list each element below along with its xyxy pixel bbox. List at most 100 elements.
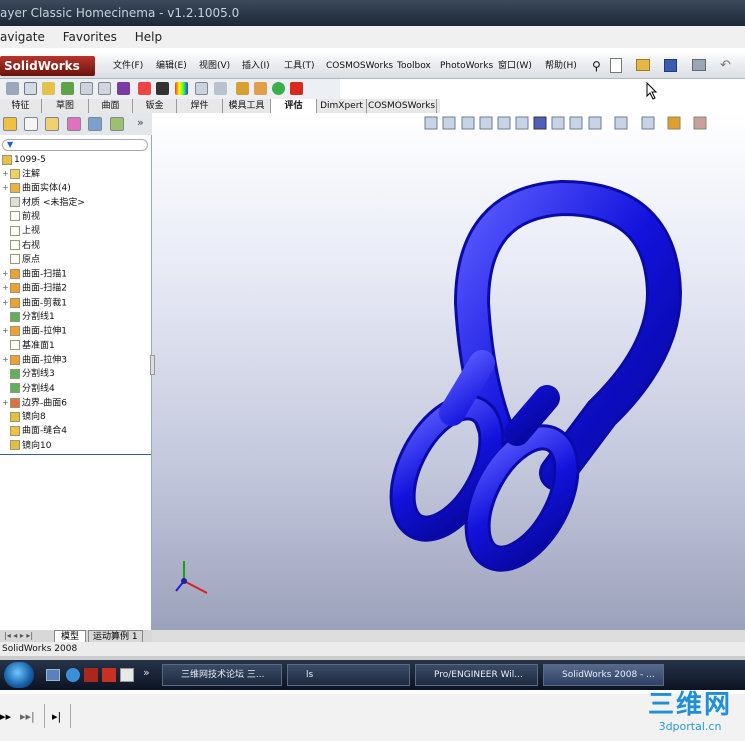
- measure-icon[interactable]: [6, 82, 19, 95]
- section-view-icon[interactable]: [479, 116, 493, 130]
- hide-show-icon[interactable]: [551, 116, 565, 130]
- previous-view-icon[interactable]: [461, 116, 475, 130]
- menu-help-cn[interactable]: 帮助(H): [545, 53, 577, 79]
- taskbar-item-ls[interactable]: ls: [287, 664, 410, 686]
- shaded-icon[interactable]: [533, 116, 547, 130]
- expand-toggle-icon[interactable]: +: [2, 181, 10, 195]
- tab-evaluate[interactable]: 评估: [271, 99, 317, 113]
- panel-splitter-handle[interactable]: [150, 355, 155, 375]
- tree-item[interactable]: 分割线1: [2, 310, 55, 324]
- ie-icon[interactable]: [66, 668, 80, 682]
- tab-surfaces[interactable]: 曲面: [89, 99, 133, 113]
- cube-view-icon[interactable]: [614, 116, 628, 130]
- tab-sheet-metal[interactable]: 钣金: [133, 99, 177, 113]
- taskbar-item-forum[interactable]: 三维网技术论坛 三...: [162, 664, 282, 686]
- tree-item[interactable]: + 曲面实体(4): [2, 181, 71, 195]
- section-icon[interactable]: [42, 82, 55, 95]
- view-orientation-icon[interactable]: [497, 116, 511, 130]
- menu-photoworks[interactable]: PhotoWorks: [440, 53, 493, 79]
- expand-toggle-icon[interactable]: +: [2, 324, 10, 338]
- menu-tools[interactable]: 工具(T): [284, 53, 315, 79]
- tree-item[interactable]: 镜向8: [2, 410, 46, 424]
- tree-item[interactable]: 原点: [2, 253, 40, 267]
- rollback-bar[interactable]: [0, 454, 151, 455]
- skip-next-icon[interactable]: ▸▸|: [20, 710, 35, 723]
- save-icon[interactable]: [664, 59, 677, 72]
- mass-properties-icon[interactable]: [24, 82, 37, 95]
- display-style-icon[interactable]: [515, 116, 529, 130]
- view-settings-icon[interactable]: [588, 116, 602, 130]
- tree-item[interactable]: + 曲面-扫描2: [2, 281, 67, 295]
- expand-toggle-icon[interactable]: +: [2, 396, 10, 410]
- stat-icon[interactable]: [80, 82, 93, 95]
- tree-item[interactable]: 镜向10: [2, 439, 51, 453]
- expand-toggle-icon[interactable]: +: [2, 281, 10, 295]
- quicklaunch-more-icon[interactable]: »: [143, 666, 150, 679]
- window-quicklaunch-icon[interactable]: [120, 668, 134, 682]
- more-tabs-chevron-icon[interactable]: »: [137, 116, 144, 129]
- tree-root[interactable]: 1099-5: [2, 153, 46, 167]
- menu-cosmosworks[interactable]: COSMOSWorks: [326, 53, 393, 79]
- expand-toggle-icon[interactable]: +: [2, 267, 10, 281]
- fast-forward-icon[interactable]: ▸▸: [0, 710, 11, 723]
- tree-item[interactable]: 材质 <未指定>: [2, 196, 85, 210]
- menu-favorites[interactable]: Favorites: [63, 30, 117, 44]
- photoworks-icon[interactable]: [693, 116, 707, 130]
- property-manager-tab-icon[interactable]: [24, 117, 38, 131]
- solidworks-quicklaunch-icon[interactable]: [84, 668, 98, 682]
- menu-navigate[interactable]: avigate: [0, 30, 45, 44]
- graphics-viewport[interactable]: [152, 80, 745, 630]
- zoom-to-fit-icon[interactable]: [424, 116, 438, 130]
- tree-item[interactable]: + 边界-曲面6: [2, 396, 67, 410]
- check-icon[interactable]: [61, 82, 74, 95]
- tab-features[interactable]: 特征: [0, 99, 42, 113]
- parting-line-icon[interactable]: [214, 82, 227, 95]
- tree-item[interactable]: + 曲面-拉伸1: [2, 324, 67, 338]
- menu-file[interactable]: 文件(F): [113, 53, 143, 79]
- zebra-stripes-icon[interactable]: [156, 82, 169, 95]
- tab-mold-tools[interactable]: 模具工具: [223, 99, 271, 113]
- expand-toggle-icon[interactable]: +: [2, 353, 10, 367]
- menu-help[interactable]: Help: [135, 30, 162, 44]
- dimxpert-manager-tab-icon[interactable]: [67, 117, 81, 131]
- sensor-icon[interactable]: [290, 82, 303, 95]
- tree-item[interactable]: 右视: [2, 239, 40, 253]
- cosmos-manager-tab-icon[interactable]: [110, 117, 124, 131]
- ok-check-icon[interactable]: [272, 82, 285, 95]
- menu-window[interactable]: 窗口(W): [498, 53, 532, 79]
- zoom-to-area-icon[interactable]: [442, 116, 456, 130]
- menu-insert[interactable]: 插入(I): [242, 53, 270, 79]
- symmetry-icon[interactable]: [254, 82, 267, 95]
- tree-item[interactable]: 曲面-缝合4: [2, 424, 67, 438]
- zebra-icon[interactable]: [138, 82, 151, 95]
- menu-toolbox[interactable]: Toolbox: [397, 53, 431, 79]
- print-icon[interactable]: [692, 59, 706, 71]
- geometry-analysis-icon[interactable]: [98, 82, 111, 95]
- expand-toggle-icon[interactable]: +: [2, 296, 10, 310]
- thickness-icon[interactable]: [236, 82, 249, 95]
- tree-item[interactable]: + 曲面-扫描1: [2, 267, 67, 281]
- scene-icon[interactable]: [641, 116, 655, 130]
- curvature-icon[interactable]: [117, 82, 130, 95]
- tab-weldments[interactable]: 焊件: [177, 99, 223, 113]
- feature-manager-tab-icon[interactable]: [3, 117, 17, 131]
- start-button[interactable]: [4, 662, 34, 688]
- draft-analysis-icon[interactable]: [175, 82, 188, 95]
- taskbar-item-proengineer[interactable]: Pro/ENGINEER Wil...: [415, 664, 538, 686]
- tree-item[interactable]: + 曲面-拉伸3: [2, 353, 67, 367]
- tab-dimxpert[interactable]: DimXpert: [317, 99, 367, 113]
- new-document-icon[interactable]: [610, 58, 622, 73]
- tab-cosmosworks[interactable]: COSMOSWorks: [367, 99, 437, 113]
- undercut-icon[interactable]: [195, 82, 208, 95]
- tree-filter-input[interactable]: ▼: [2, 139, 148, 151]
- lights-icon[interactable]: [667, 116, 681, 130]
- show-desktop-icon[interactable]: [46, 669, 60, 681]
- tree-item[interactable]: 分割线4: [2, 382, 55, 396]
- tree-item[interactable]: 前视: [2, 210, 40, 224]
- tree-item[interactable]: 上视: [2, 224, 40, 238]
- edit-appearance-icon[interactable]: [569, 116, 583, 130]
- heads-up-view-toolbar[interactable]: [424, 116, 707, 130]
- tree-item[interactable]: + 注解: [2, 167, 40, 181]
- taskbar-item-solidworks[interactable]: SolidWorks 2008 - ...: [543, 664, 664, 686]
- pin-icon[interactable]: ⚲: [592, 53, 601, 79]
